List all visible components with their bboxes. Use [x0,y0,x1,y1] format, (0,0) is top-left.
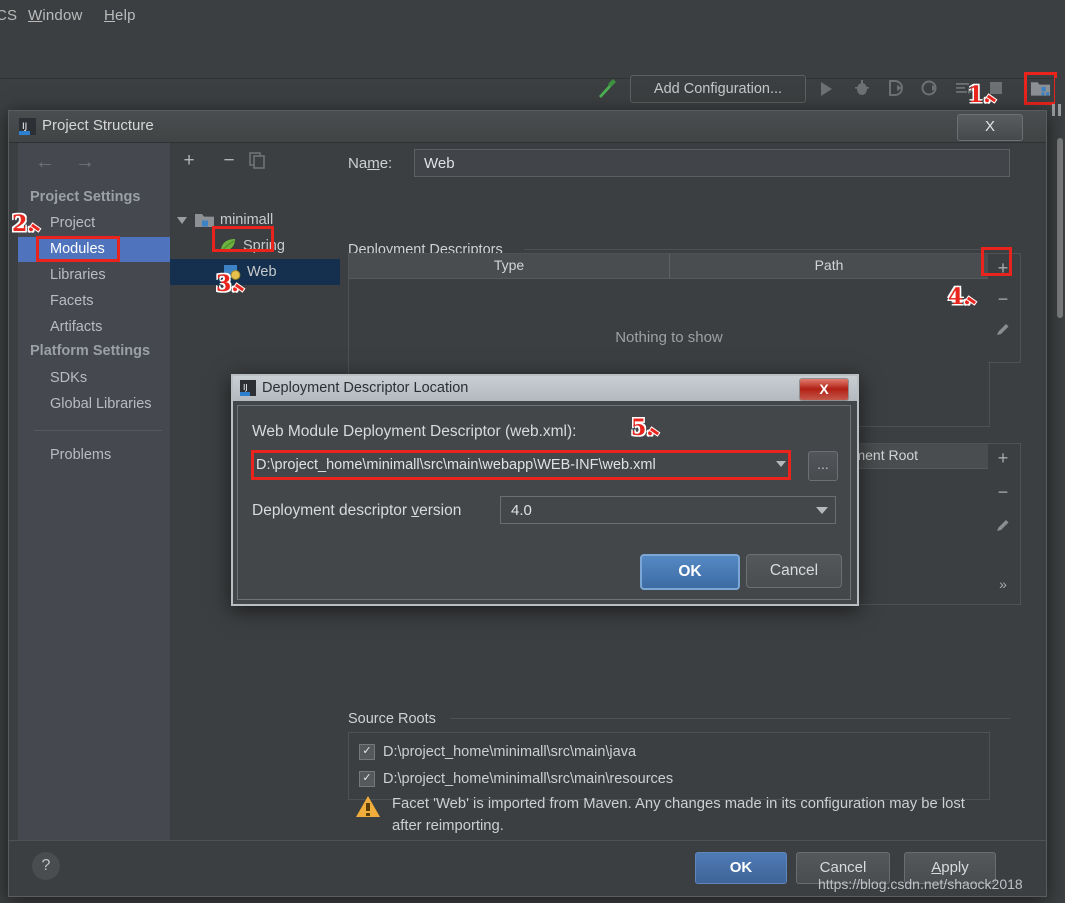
copy-icon[interactable] [249,152,267,170]
watermark: https://blog.csdn.net/shaock2018 [818,876,1023,892]
source-root-item[interactable]: ✓ D:\project_home\minimall\src\main\java [359,739,636,765]
ide-vertical-scrollbar[interactable] [1055,78,1065,378]
ok-button[interactable]: OK [695,852,787,884]
pause-indicator-icon [1052,104,1064,116]
svg-text:IJ: IJ [243,383,248,392]
chevron-down-icon[interactable] [776,461,786,467]
sidebar-item-facets[interactable]: Facets [18,289,170,314]
add-descriptor-highlight [981,247,1012,276]
tree-node-label: Web [247,264,277,280]
browse-button[interactable]: ... [808,451,838,481]
descriptor-version-select[interactable]: 4.0 [500,496,836,524]
debug-bug-icon[interactable] [852,78,872,98]
descriptor-path-field[interactable]: D:\project_home\minimall\src\main\webapp… [256,455,768,475]
source-roots-section-title: Source Roots [348,711,443,727]
svg-text:IJ: IJ [22,122,27,132]
sidebar-item-project[interactable]: Project [18,211,170,236]
sidebar-item-global-libraries[interactable]: Global Libraries [18,392,170,417]
pencil-edit-icon[interactable] [995,322,1011,338]
descriptor-cancel-button[interactable]: Cancel [746,554,842,588]
name-label: Name: [348,155,393,172]
intellij-idea-icon: IJ [19,118,36,135]
source-root-path: D:\project_home\minimall\src\main\java [383,744,637,760]
arrow-left-icon[interactable]: ← [32,151,58,173]
chevron-down-icon[interactable] [176,215,188,225]
chevron-down-icon[interactable] [816,507,828,514]
sidebar-item-artifacts[interactable]: Artifacts [18,315,170,340]
hammer-build-icon[interactable] [595,76,619,100]
callout-3: 3. [216,271,246,297]
menu-item-help[interactable]: Help [104,7,136,24]
sidebar-navigation: ← → [18,143,170,181]
empty-table-message: Nothing to show [615,329,723,346]
web-node-highlight [212,226,274,252]
project-structure-title-bar: IJ Project Structure X [9,111,1046,143]
section-divider [524,249,1010,250]
deployment-descriptor-remove-button[interactable]: − [988,285,1018,313]
stop-square-icon[interactable] [990,82,1002,94]
deployment-descriptor-location-dialog: IJ Deployment Descriptor Location X Web … [231,374,859,606]
source-root-path: D:\project_home\minimall\src\main\resour… [383,771,674,787]
section-divider [450,718,1010,719]
descriptor-ok-button[interactable]: OK [640,554,740,590]
descriptor-dialog-close-button[interactable]: X [799,378,849,401]
warning-triangle-icon [356,796,380,817]
run-play-icon[interactable] [821,82,832,96]
sidebar-item-sdks[interactable]: SDKs [18,366,170,391]
sidebar-item-libraries[interactable]: Libraries [18,263,170,288]
profiler-icon[interactable] [920,78,940,98]
warning-text: Facet 'Web' is imported from Maven. Any … [392,796,965,834]
project-structure-close-button[interactable]: X [957,114,1023,141]
deployment-root-remove-button[interactable]: − [988,478,1018,506]
column-header-path[interactable]: Path [670,257,988,273]
descriptor-dialog-title-bar: IJ Deployment Descriptor Location X [233,376,857,401]
sidebar-divider [34,430,162,431]
add-configuration-button[interactable]: Add Configuration... [630,75,806,103]
pencil-edit-icon[interactable] [995,518,1011,534]
intellij-idea-icon: IJ [240,380,256,396]
module-name-field[interactable]: Web [414,149,1010,177]
tree-node-web[interactable]: Web [170,259,340,285]
add-module-button[interactable]: + [178,151,200,171]
descriptor-version-label: Deployment descriptor version [252,502,462,519]
source-roots-list: ✓ D:\project_home\minimall\src\main\java… [348,732,990,800]
callout-2: 2. [12,211,42,237]
question-mark-icon[interactable]: ? [32,852,60,880]
descriptor-dialog-title: Deployment Descriptor Location [262,380,469,396]
project-structure-title: Project Structure [42,117,154,134]
project-structure-icon[interactable] [1030,78,1051,98]
deployment-root-add-button[interactable]: + [988,444,1018,472]
source-root-checkbox[interactable]: ✓ [359,744,375,760]
callout-1: 1. [968,82,998,108]
remove-module-button[interactable]: − [218,151,240,171]
module-tree-toolbar: + − [170,143,340,179]
descriptor-path-label: Web Module Deployment Descriptor (web.xm… [252,423,577,440]
run-with-coverage-icon[interactable] [886,78,906,98]
descriptor-dialog-body: Web Module Deployment Descriptor (web.xm… [237,405,851,600]
source-root-checkbox[interactable]: ✓ [359,771,375,787]
column-header-type[interactable]: Type [349,257,669,273]
callout-4: 4. [948,284,978,310]
callout-5: 5. [631,415,661,441]
deployment-root-more-button[interactable]: » [988,570,1018,598]
arrow-right-icon[interactable]: → [72,151,98,173]
ide-menu-bar: CS Window Help [0,0,1065,35]
sidebar-group-platform-settings: Platform Settings [30,343,151,359]
menu-item-vcs[interactable]: CS [0,7,17,24]
sidebar-item-problems[interactable]: Problems [18,443,170,468]
source-root-item[interactable]: ✓ D:\project_home\minimall\src\main\reso… [359,766,673,792]
deployment-root-toolbar: + − » [988,443,1021,605]
sidebar-group-project-settings: Project Settings [30,189,141,205]
ide-toolbar: Add Configuration... [0,34,1065,105]
menu-item-window[interactable]: Window [28,7,83,24]
table-header-row: Type Path [349,254,989,279]
modules-highlight [36,236,120,262]
